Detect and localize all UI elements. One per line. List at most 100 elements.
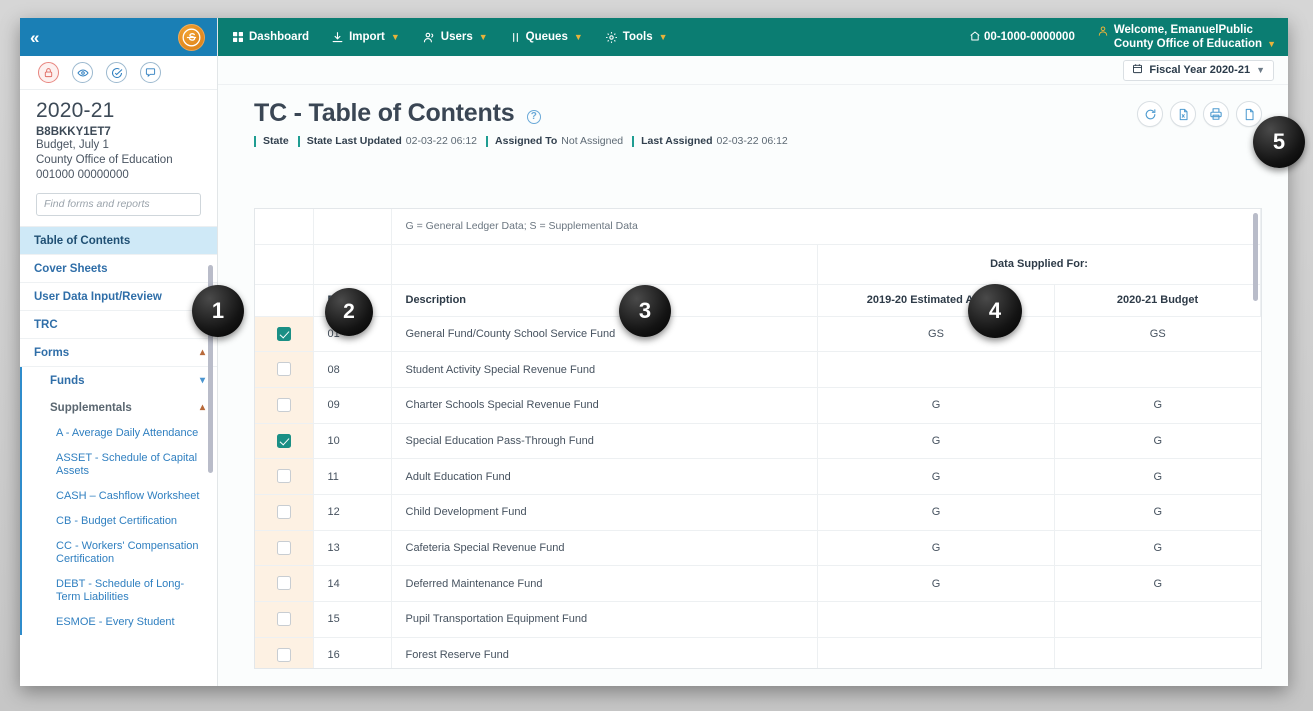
table-scrollbar[interactable] xyxy=(1253,213,1258,301)
export-excel-button[interactable] xyxy=(1170,101,1196,127)
row-checkbox-cell[interactable] xyxy=(255,494,313,530)
row-checkbox[interactable] xyxy=(277,327,291,341)
form-link-asset[interactable]: ASSET - Schedule of Capital Assets xyxy=(22,446,217,484)
row-checkbox[interactable] xyxy=(277,505,291,519)
print-button[interactable] xyxy=(1203,101,1229,127)
row-checkbox-cell[interactable] xyxy=(255,637,313,669)
sidebar-item-table-of-contents[interactable]: Table of Contents xyxy=(20,227,217,255)
meta-value: 02-03-22 06:12 xyxy=(406,135,477,147)
row-checkbox-cell[interactable] xyxy=(255,566,313,602)
row-checkbox[interactable] xyxy=(277,469,291,483)
row-checkbox-cell[interactable] xyxy=(255,602,313,638)
agency-id-selector[interactable]: 00-1000-0000000 xyxy=(969,30,1075,45)
sidebar-navigation: Table of Contents Cover Sheets User Data… xyxy=(20,226,217,686)
sidebar-status-icons xyxy=(20,56,217,90)
legend-text: G = General Ledger Data; S = Supplementa… xyxy=(391,209,1261,244)
row-checkbox-cell[interactable] xyxy=(255,530,313,566)
row-checkbox-cell[interactable] xyxy=(255,316,313,352)
table-row[interactable]: 14 Deferred Maintenance Fund G G xyxy=(255,566,1261,602)
cell-description[interactable]: Pupil Transportation Equipment Fund xyxy=(391,602,818,638)
table-row[interactable]: 08 Student Activity Special Revenue Fund xyxy=(255,352,1261,388)
comment-icon[interactable] xyxy=(140,62,161,83)
row-checkbox-cell[interactable] xyxy=(255,387,313,423)
row-checkbox[interactable] xyxy=(277,648,291,662)
meta-value: 02-03-22 06:12 xyxy=(717,135,788,147)
export-pdf-button[interactable] xyxy=(1236,101,1262,127)
sidebar-item-label: Cover Sheets xyxy=(34,263,108,275)
row-checkbox[interactable] xyxy=(277,541,291,555)
user-menu[interactable]: Welcome, EmanuelPublic County Office of … xyxy=(1097,23,1276,52)
sidebar-item-label: Table of Contents xyxy=(34,235,130,247)
sidebar-item-cover-sheets[interactable]: Cover Sheets xyxy=(20,255,217,283)
form-link-debt[interactable]: DEBT - Schedule of Long-Term Liabilities xyxy=(22,572,217,610)
nav-import[interactable]: Import ▼ xyxy=(331,31,400,44)
row-checkbox[interactable] xyxy=(277,434,291,448)
cell-budget: GS xyxy=(1055,316,1261,352)
sidebar-item-user-data-input-review[interactable]: User Data Input/Review ▾ xyxy=(20,283,217,311)
collapse-sidebar-button[interactable]: « xyxy=(30,29,38,46)
row-checkbox-cell[interactable] xyxy=(255,423,313,459)
nav-tools[interactable]: Tools ▼ xyxy=(605,31,668,44)
table-row[interactable]: 12 Child Development Fund G G xyxy=(255,494,1261,530)
table-row[interactable]: 13 Cafeteria Special Revenue Fund G G xyxy=(255,530,1261,566)
cell-description[interactable]: General Fund/County School Service Fund xyxy=(391,316,818,352)
row-checkbox[interactable] xyxy=(277,362,291,376)
form-link-cb[interactable]: CB - Budget Certification xyxy=(22,509,217,534)
sidebar-item-trc[interactable]: TRC ▾ xyxy=(20,311,217,339)
table-row[interactable]: 15 Pupil Transportation Equipment Fund xyxy=(255,602,1261,638)
nav-dashboard[interactable]: Dashboard xyxy=(232,31,309,43)
callout-badge-2: 2 xyxy=(325,288,373,336)
sidebar-item-forms[interactable]: Forms ▴ xyxy=(20,339,217,367)
sub-toolbar: Fiscal Year 2020-21 ▼ xyxy=(218,56,1288,85)
eye-icon[interactable] xyxy=(72,62,93,83)
forms-subnav: Funds ▾ Supplementals ▴ A - Average Dail… xyxy=(20,367,217,635)
context-entity-number: 001000 00000000 xyxy=(36,168,201,183)
cell-estimated-actuals xyxy=(818,602,1055,638)
table-row[interactable]: 16 Forest Reserve Fund xyxy=(255,637,1261,669)
form-link-a[interactable]: A - Average Daily Attendance xyxy=(22,421,217,446)
row-checkbox[interactable] xyxy=(277,612,291,626)
chevron-down-icon: ▼ xyxy=(1267,39,1276,50)
cell-description[interactable]: Forest Reserve Fund xyxy=(391,637,818,669)
form-link-cash[interactable]: CASH – Cashflow Worksheet xyxy=(22,484,217,509)
cell-description[interactable]: Cafeteria Special Revenue Fund xyxy=(391,530,818,566)
cell-description[interactable]: Student Activity Special Revenue Fund xyxy=(391,352,818,388)
table-row[interactable]: 09 Charter Schools Special Revenue Fund … xyxy=(255,387,1261,423)
table-row[interactable]: 11 Adult Education Fund G G xyxy=(255,459,1261,495)
nav-users[interactable]: Users ▼ xyxy=(422,31,488,44)
meta-label: State xyxy=(263,135,289,147)
check-circle-icon[interactable] xyxy=(106,62,127,83)
row-checkbox-cell[interactable] xyxy=(255,459,313,495)
column-header-description[interactable]: Description xyxy=(391,284,818,316)
users-icon xyxy=(422,31,436,44)
form-link-cc[interactable]: CC - Workers' Compensation Certification xyxy=(22,534,217,572)
refresh-button[interactable] xyxy=(1137,101,1163,127)
chevron-down-icon: ▼ xyxy=(391,32,400,42)
cell-description[interactable]: Charter Schools Special Revenue Fund xyxy=(391,387,818,423)
cell-budget: G xyxy=(1055,387,1261,423)
search-input[interactable] xyxy=(36,193,201,216)
help-icon[interactable]: ? xyxy=(527,110,541,124)
meta-state: State xyxy=(254,135,298,147)
lock-icon[interactable] xyxy=(38,62,59,83)
cell-description[interactable]: Special Education Pass-Through Fund xyxy=(391,423,818,459)
table-row[interactable]: 10 Special Education Pass-Through Fund G… xyxy=(255,423,1261,459)
cell-description[interactable]: Adult Education Fund xyxy=(391,459,818,495)
context-entity-code: B8BKKY1ET7 xyxy=(36,126,201,138)
column-header-budget[interactable]: 2020-21 Budget xyxy=(1055,284,1261,316)
cell-budget: G xyxy=(1055,459,1261,495)
nav-label: Dashboard xyxy=(249,31,309,43)
row-checkbox-cell[interactable] xyxy=(255,352,313,388)
cell-description[interactable]: Deferred Maintenance Fund xyxy=(391,566,818,602)
fiscal-year-selector[interactable]: Fiscal Year 2020-21 ▼ xyxy=(1123,60,1274,81)
entity-context: 2020-21 B8BKKY1ET7 Budget, July 1 County… xyxy=(20,90,217,216)
row-checkbox[interactable] xyxy=(277,398,291,412)
sidebar-item-supplementals[interactable]: Supplementals ▴ xyxy=(22,394,217,421)
form-link-esmoe[interactable]: ESMOE - Every Student xyxy=(22,610,217,635)
sidebar-item-funds[interactable]: Funds ▾ xyxy=(22,367,217,394)
row-checkbox[interactable] xyxy=(277,576,291,590)
nav-queues[interactable]: Queues ▼ xyxy=(510,31,583,44)
cell-form: 15 xyxy=(313,602,391,638)
table-row[interactable]: 01 General Fund/County School Service Fu… xyxy=(255,316,1261,352)
cell-description[interactable]: Child Development Fund xyxy=(391,494,818,530)
